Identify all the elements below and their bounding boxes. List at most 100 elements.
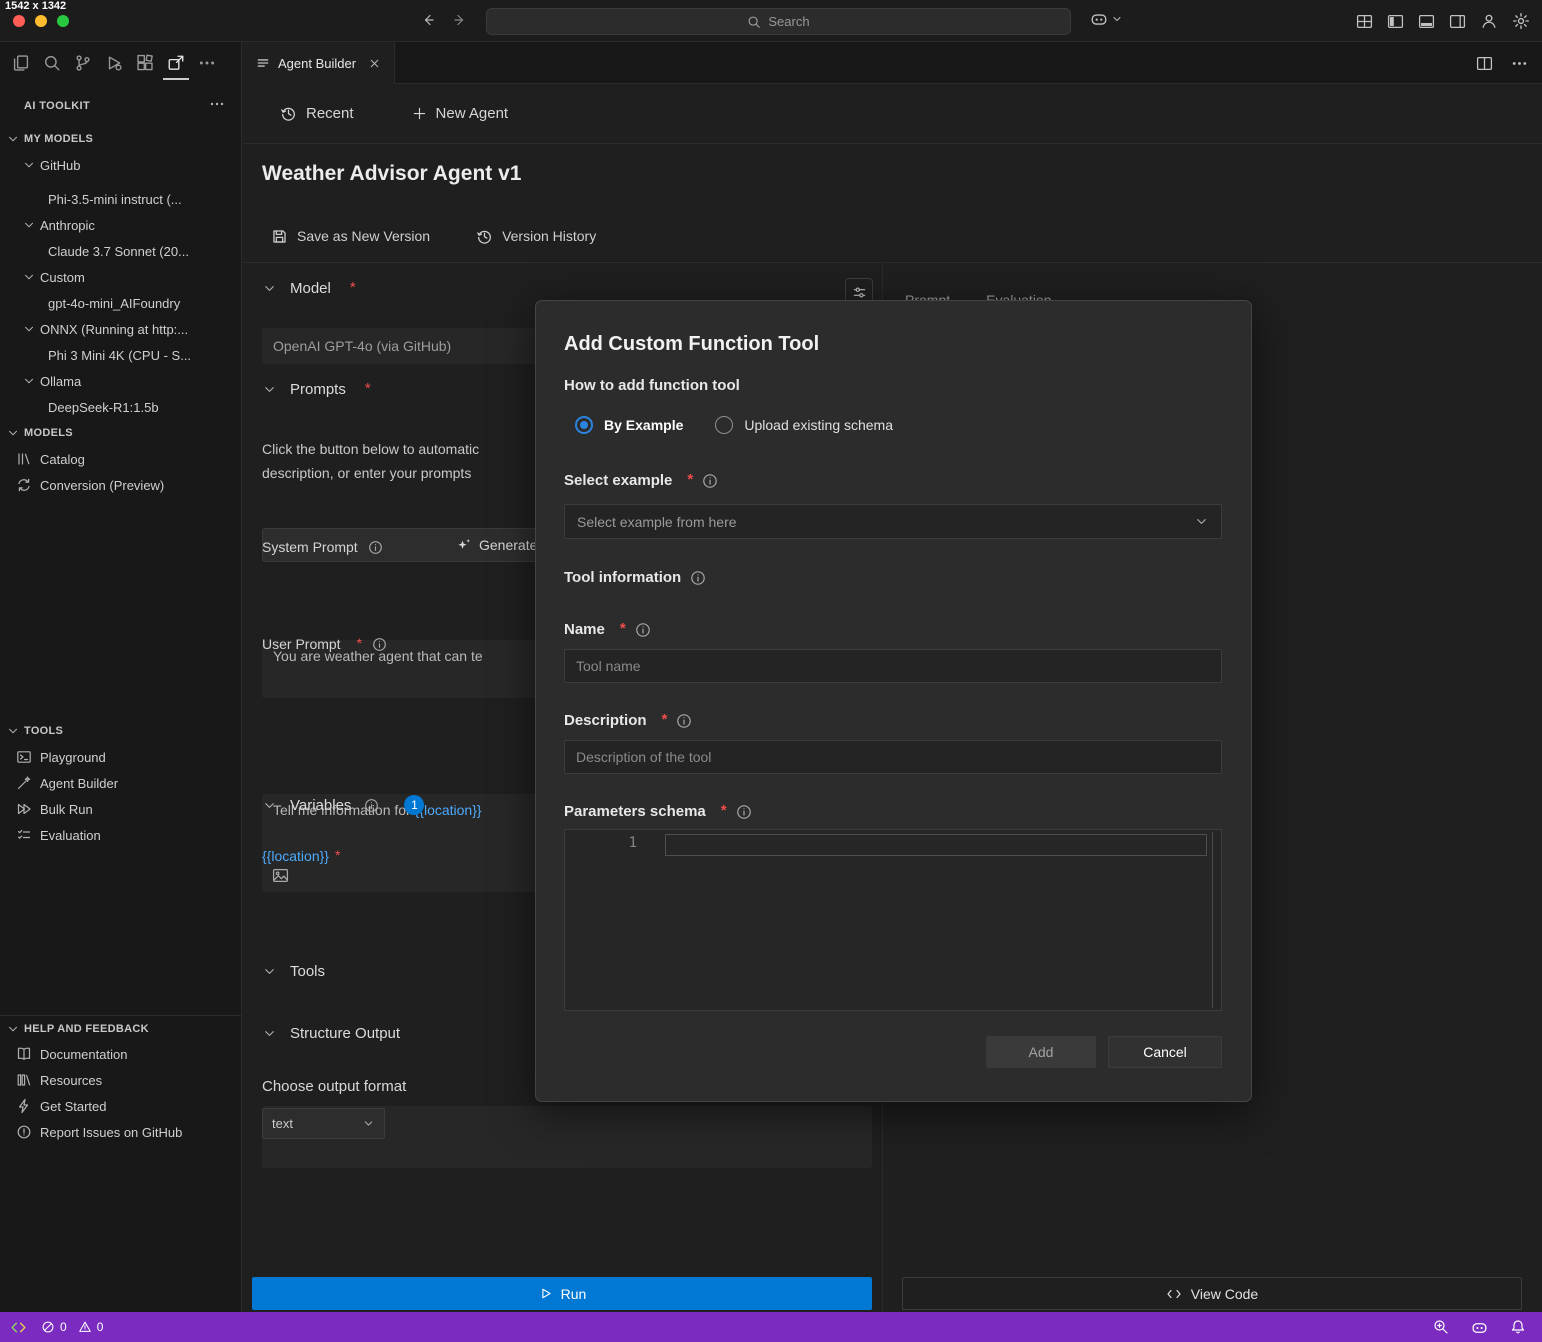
group-ollama[interactable]: Ollama [0,368,241,394]
model-item[interactable]: DeepSeek-R1:1.5b [0,394,241,420]
ai-toolkit-icon[interactable] [163,47,189,80]
sidebar-item-resources[interactable]: Resources [0,1067,241,1093]
more-actions-icon[interactable] [1511,55,1528,72]
section-tools[interactable]: TOOLS [0,718,241,744]
group-github[interactable]: GitHub [0,152,241,178]
sidebar-item-bulk-run[interactable]: Bulk Run [0,796,241,822]
problems-status[interactable]: 0 0 [41,1320,103,1334]
info-icon[interactable] [364,798,379,813]
minimize-window-button[interactable] [35,15,47,27]
search-view-icon[interactable] [39,47,65,80]
model-section-header[interactable]: Model* [262,280,872,297]
explorer-icon[interactable] [8,47,34,80]
version-history-button[interactable]: Version History [476,228,596,245]
recent-button[interactable]: Recent [280,105,354,122]
model-item[interactable]: gpt-4o-mini_AIFoundry [0,290,241,316]
output-format-select[interactable]: text [262,1108,385,1139]
webview-icon [256,56,270,70]
group-label: Ollama [40,374,81,389]
zoom-window-button[interactable] [57,15,69,27]
more-views-icon[interactable] [194,47,220,80]
extensions-icon[interactable] [132,47,158,80]
save-as-new-version-button[interactable]: Save as New Version [271,228,430,245]
tool-name-input[interactable] [564,649,1222,683]
group-custom[interactable]: Custom [0,264,241,290]
tab-agent-builder[interactable]: Agent Builder [243,42,395,84]
copilot-menu[interactable] [1090,10,1123,28]
close-window-button[interactable] [13,15,25,27]
toggle-panel-icon[interactable] [1418,13,1435,30]
notifications-bell-icon[interactable] [1510,1319,1526,1335]
sidebar-item-report-issues[interactable]: Report Issues on GitHub [0,1119,241,1145]
radio-by-example[interactable]: By Example [575,416,683,434]
copilot-status-icon[interactable] [1471,1319,1488,1336]
section-models[interactable]: MODELS [0,420,241,446]
copilot-icon [1090,10,1108,28]
info-icon[interactable] [635,622,651,638]
model-item-label: DeepSeek-R1:1.5b [48,400,159,415]
sidebar-item-agent-builder[interactable]: Agent Builder [0,770,241,796]
section-my-models[interactable]: MY MODELS [0,126,241,152]
info-icon[interactable] [368,540,383,555]
info-icon[interactable] [676,713,692,729]
model-item[interactable]: Phi 3 Mini 4K (CPU - S... [0,342,241,368]
info-icon[interactable] [702,473,718,489]
tool-description-input[interactable] [564,740,1222,774]
sidebar-title: AI TOOLKIT [0,100,90,112]
settings-gear-icon[interactable] [1512,12,1530,30]
example-select[interactable]: Select example from here [564,504,1222,539]
radio-upload-schema[interactable]: Upload existing schema [715,416,893,434]
view-code-label: View Code [1191,1286,1258,1302]
remote-indicator-icon[interactable] [10,1319,27,1336]
sidebar-item-catalog[interactable]: Catalog [0,446,241,472]
add-custom-function-tool-dialog: Add Custom Function Tool How to add func… [535,300,1252,1102]
info-icon[interactable] [690,570,706,586]
parameters-schema-editor[interactable]: 1 [564,829,1222,1011]
info-icon[interactable] [372,637,387,652]
history-icon [476,228,493,245]
new-agent-button[interactable]: New Agent [412,105,509,122]
cancel-button[interactable]: Cancel [1108,1036,1222,1068]
zoom-icon[interactable] [1433,1319,1449,1335]
model-item[interactable]: Claude 3.7 Sonnet (20... [0,238,241,264]
sidebar-more-actions-icon[interactable] [209,96,225,117]
chevron-down-icon [6,426,20,440]
sidebar-item-get-started[interactable]: Get Started [0,1093,241,1119]
command-center-search[interactable]: Search [486,8,1071,35]
add-button[interactable]: Add [986,1036,1096,1068]
info-icon[interactable] [736,804,752,820]
back-button[interactable] [420,12,436,28]
agent-toolbar: Recent New Agent [243,84,1542,144]
model-item-label: gpt-4o-mini_AIFoundry [48,296,180,311]
editor-scrollbar[interactable] [1212,832,1213,1008]
view-code-button[interactable]: View Code [902,1277,1522,1310]
plus-icon [412,106,427,121]
tool-information-label-row: Tool information [564,569,706,586]
item-label: Report Issues on GitHub [40,1125,182,1140]
source-control-icon[interactable] [70,47,96,80]
toggle-secondary-sidebar-icon[interactable] [1449,13,1466,30]
customize-layout-icon[interactable] [1356,13,1373,30]
group-anthropic[interactable]: Anthropic [0,212,241,238]
split-editor-icon[interactable] [1476,55,1493,72]
model-item[interactable]: Phi-3.5-mini instruct (... [0,186,241,212]
account-icon[interactable] [1480,12,1498,30]
toggle-sidebar-icon[interactable] [1387,13,1404,30]
sidebar: AI TOOLKIT MY MODELS GitHub Phi-3.5-mini… [0,42,242,1312]
sidebar-item-documentation[interactable]: Documentation [0,1041,241,1067]
sidebar-item-playground[interactable]: Playground [0,744,241,770]
chevron-down-icon [6,132,20,146]
parameters-schema-label-row: Parameters schema* [564,803,752,820]
run-debug-icon[interactable] [101,47,127,80]
run-button[interactable]: Run [252,1277,872,1310]
forward-button[interactable] [452,12,468,28]
close-tab-icon[interactable] [368,57,381,70]
item-label: Agent Builder [40,776,118,791]
sidebar-item-conversion[interactable]: Conversion (Preview) [0,472,241,498]
required-marker: * [620,620,626,637]
attach-image-icon[interactable] [272,867,289,884]
sidebar-item-evaluation[interactable]: Evaluation [0,822,241,848]
group-onnx[interactable]: ONNX (Running at http:... [0,316,241,342]
section-help-feedback[interactable]: HELP AND FEEDBACK [0,1015,241,1041]
chevron-down-icon [1111,13,1123,25]
